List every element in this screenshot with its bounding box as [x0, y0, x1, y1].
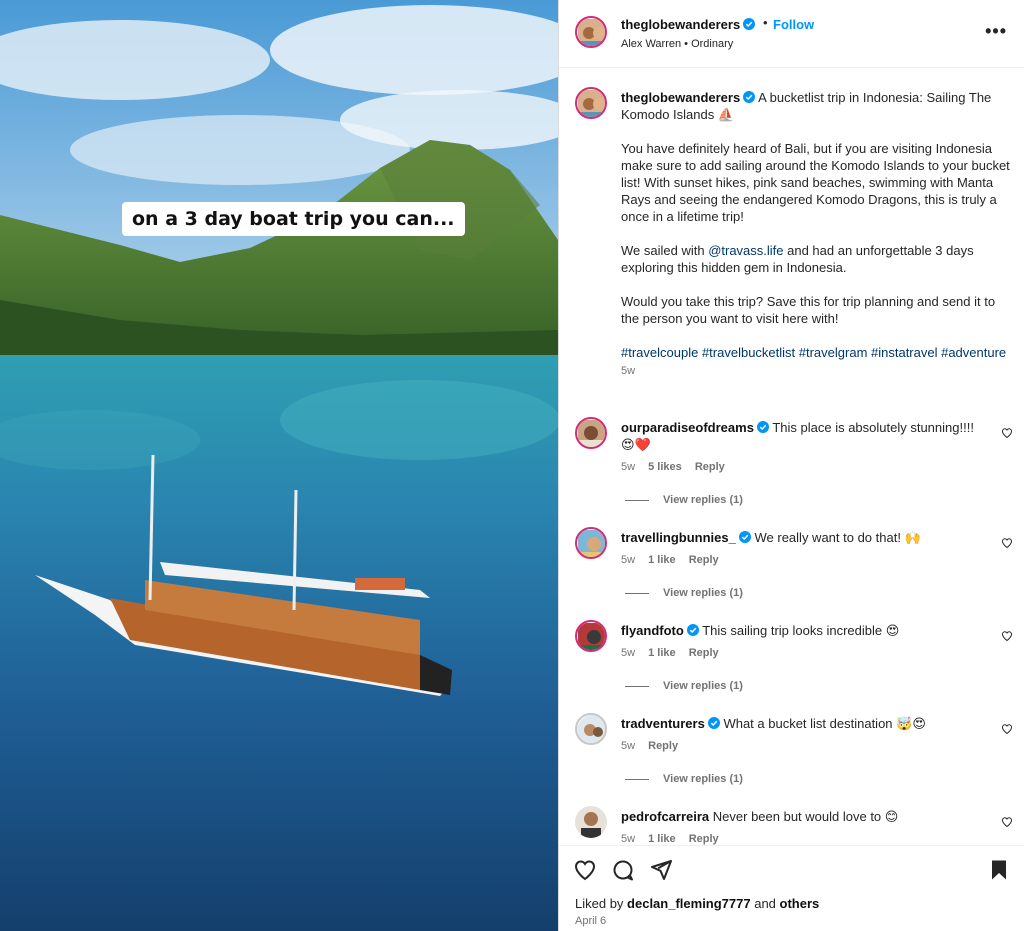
- reply-button[interactable]: Reply: [695, 461, 725, 473]
- caption-paragraph-3: Would you take this trip? Save this for …: [621, 294, 996, 326]
- commenter-avatar[interactable]: [575, 713, 607, 745]
- caption-time: 5w: [621, 365, 636, 377]
- comment-heart-icon[interactable]: [1001, 630, 1013, 642]
- mention-link[interactable]: @travass.life: [708, 243, 783, 258]
- more-icon[interactable]: •••: [985, 22, 1007, 40]
- post-viewer: on a 3 day boat trip you can... theglobe…: [0, 0, 1024, 931]
- comment-heart-icon[interactable]: [1001, 816, 1013, 828]
- bookmark-icon[interactable]: [987, 858, 1011, 882]
- post-actions-footer: Liked by declan_fleming7777 and others A…: [559, 845, 1024, 931]
- verified-icon: [756, 421, 769, 433]
- view-replies-button[interactable]: View replies (1): [625, 587, 743, 599]
- commenter-username[interactable]: tradventurers: [621, 716, 705, 731]
- comment-heart-icon[interactable]: [1001, 427, 1013, 439]
- view-replies-button[interactable]: View replies (1): [625, 773, 743, 785]
- liked-by-others[interactable]: others: [780, 896, 820, 911]
- commenter-username[interactable]: pedrofcarreira: [621, 809, 709, 824]
- comment-text: We really want to do that! 🙌: [754, 530, 921, 545]
- video-overlay-caption: on a 3 day boat trip you can...: [122, 202, 465, 236]
- comment-text: This sailing trip looks incredible 😍: [702, 623, 900, 638]
- comment-time: 5w: [621, 554, 636, 566]
- comment-likes[interactable]: 5 likes: [648, 461, 682, 473]
- comments-scroll-area[interactable]: theglobewanderers A bucketlist trip in I…: [559, 69, 1024, 845]
- heart-icon[interactable]: [573, 858, 597, 882]
- comment-item: travellingbunnies_ We really want to do …: [559, 527, 1024, 621]
- commenter-username[interactable]: ourparadiseofdreams: [621, 420, 754, 435]
- comment-time: 5w: [621, 461, 636, 473]
- liked-by-text: Liked by declan_fleming7777 and others: [575, 896, 820, 911]
- comment-item: ourparadiseofdreams This place is absolu…: [559, 417, 1024, 511]
- verified-icon: [743, 91, 756, 103]
- verified-icon: [707, 717, 720, 729]
- boat-scene-image: [0, 0, 558, 931]
- commenter-username[interactable]: flyandfoto: [621, 623, 684, 638]
- reply-button[interactable]: Reply: [689, 554, 719, 566]
- post-header: theglobewanderers • Follow Alex Warren •…: [559, 0, 1024, 68]
- post-date: April 6: [575, 915, 607, 927]
- reply-button[interactable]: Reply: [648, 740, 678, 752]
- header-dot: •: [763, 15, 768, 30]
- comment-item: pedrofcarreira Never been but would love…: [559, 806, 1024, 845]
- follow-button[interactable]: Follow: [773, 17, 814, 32]
- reply-button[interactable]: Reply: [689, 833, 719, 845]
- verified-icon: [686, 624, 699, 636]
- verified-icon: [738, 531, 751, 543]
- comment-meta: 5w 1 like Reply: [621, 647, 729, 659]
- commenter-username[interactable]: travellingbunnies_: [621, 530, 736, 545]
- comment-text: Never been but would love to 😊: [712, 809, 899, 824]
- caption-author-avatar[interactable]: [575, 87, 607, 119]
- comment-meta: 5w 5 likes Reply: [621, 461, 735, 473]
- comment-heart-icon[interactable]: [1001, 537, 1013, 549]
- comment-text: What a bucket list destination 🤯😍: [723, 716, 926, 731]
- view-replies-button[interactable]: View replies (1): [625, 680, 743, 692]
- sailboat-emoji: ⛵: [717, 107, 735, 122]
- comment-time: 5w: [621, 833, 636, 845]
- post-media[interactable]: on a 3 day boat trip you can...: [0, 0, 558, 931]
- caption-username[interactable]: theglobewanderers: [621, 90, 740, 105]
- view-replies-button[interactable]: View replies (1): [625, 494, 743, 506]
- commenter-avatar[interactable]: [575, 806, 607, 838]
- comment-likes[interactable]: 1 like: [648, 554, 676, 566]
- caption-paragraph-2: We sailed with @travass.life and had an …: [621, 243, 974, 275]
- comment-time: 5w: [621, 647, 636, 659]
- comment-time: 5w: [621, 740, 636, 752]
- comment-item: flyandfoto This sailing trip looks incre…: [559, 620, 1024, 714]
- commenter-avatar[interactable]: [575, 527, 607, 559]
- author-username[interactable]: theglobewanderers: [621, 17, 756, 32]
- commenter-avatar[interactable]: [575, 417, 607, 449]
- verified-icon: [743, 18, 756, 30]
- share-icon[interactable]: [649, 858, 673, 882]
- commenter-avatar[interactable]: [575, 620, 607, 652]
- comment-likes[interactable]: 1 like: [648, 833, 676, 845]
- comment-meta: 5w 1 like Reply: [621, 833, 729, 845]
- post-side-panel: theglobewanderers • Follow Alex Warren •…: [558, 0, 1024, 931]
- comment-meta: 5w Reply: [621, 740, 688, 752]
- comment-meta: 5w 1 like Reply: [621, 554, 729, 566]
- liked-by-user[interactable]: declan_fleming7777: [627, 896, 751, 911]
- caption-paragraph-1: You have definitely heard of Bali, but i…: [621, 141, 1010, 224]
- reply-button[interactable]: Reply: [689, 647, 719, 659]
- comment-likes[interactable]: 1 like: [648, 647, 676, 659]
- comment-icon[interactable]: [611, 858, 635, 882]
- comment-item: tradventurers What a bucket list destina…: [559, 713, 1024, 807]
- caption-text: theglobewanderers A bucketlist trip in I…: [621, 89, 1011, 380]
- audio-label[interactable]: Alex Warren • Ordinary: [621, 38, 733, 50]
- author-avatar[interactable]: [575, 16, 607, 48]
- comment-heart-icon[interactable]: [1001, 723, 1013, 735]
- caption-hashtags[interactable]: #travelcouple #travelbucketlist #travelg…: [621, 344, 1011, 361]
